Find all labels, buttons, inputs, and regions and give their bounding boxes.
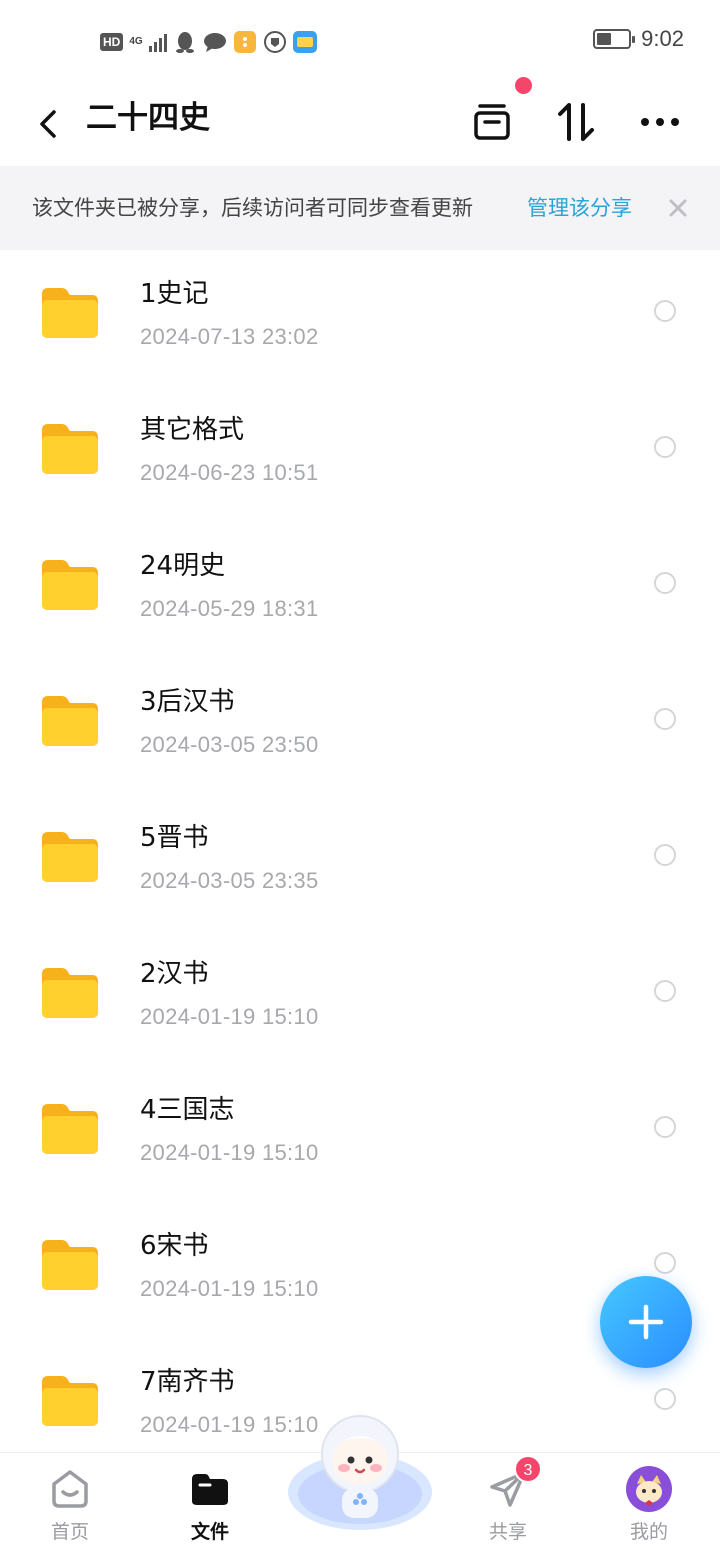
more-button[interactable] — [632, 94, 688, 150]
nav-home[interactable]: 首页 — [10, 1453, 130, 1560]
file-row[interactable]: 4三国志 2024-01-19 15:10 — [0, 1066, 720, 1202]
close-icon — [669, 199, 687, 217]
wallet-app-icon — [292, 30, 317, 54]
file-date: 2024-01-19 15:10 — [140, 1140, 319, 1165]
select-checkbox[interactable] — [654, 572, 676, 594]
folder-icon — [42, 696, 98, 746]
folder-filled-icon — [186, 1465, 234, 1513]
folder-icon — [42, 1240, 98, 1290]
file-date: 2024-01-19 15:10 — [140, 1004, 319, 1029]
file-row[interactable]: 2汉书 2024-01-19 15:10 — [0, 930, 720, 1066]
select-checkbox[interactable] — [654, 436, 676, 458]
orange-app-icon — [233, 30, 257, 54]
sort-button[interactable] — [548, 94, 604, 150]
page-title: 二十四史 — [86, 100, 210, 136]
share-banner: 该文件夹已被分享，后续访问者可同步查看更新 管理该分享 — [0, 166, 720, 250]
banner-close-button[interactable] — [660, 186, 696, 230]
folder-icon — [42, 1104, 98, 1154]
more-icon — [641, 118, 679, 126]
manage-share-link[interactable]: 管理该分享 — [527, 194, 632, 222]
nav-files[interactable]: 文件 — [150, 1453, 270, 1560]
file-row[interactable]: 3后汉书 2024-03-05 23:50 — [0, 658, 720, 794]
folder-icon — [42, 968, 98, 1018]
clock: 9:02 — [641, 26, 684, 51]
archive-icon — [474, 104, 510, 140]
mascot-button[interactable] — [288, 1410, 432, 1532]
folder-icon — [42, 832, 98, 882]
select-checkbox[interactable] — [654, 1252, 676, 1274]
folder-icon — [42, 1376, 98, 1426]
nav-me-label: 我的 — [629, 1521, 668, 1543]
avatar — [625, 1465, 673, 1513]
title-bar: 二十四史 — [0, 84, 720, 164]
shield-app-icon — [263, 30, 287, 54]
file-name: 7南齐书 — [140, 1367, 235, 1397]
hd-indicator: HD — [100, 33, 124, 51]
file-row[interactable]: 1史记 2024-07-13 23:02 — [0, 250, 720, 386]
file-date: 2024-05-29 18:31 — [140, 596, 319, 621]
nav-home-label: 首页 — [50, 1521, 89, 1543]
select-checkbox[interactable] — [654, 1116, 676, 1138]
folder-icon — [42, 424, 98, 474]
file-date: 2024-03-05 23:35 — [140, 868, 319, 893]
file-date: 2024-01-19 15:10 — [140, 1276, 319, 1301]
file-row[interactable]: 其它格式 2024-06-23 10:51 — [0, 386, 720, 522]
mascot-icon — [288, 1415, 432, 1530]
file-date: 2024-06-23 10:51 — [140, 460, 319, 485]
status-bar: HD 4G 9:02 — [0, 0, 720, 84]
select-checkbox[interactable] — [654, 300, 676, 322]
notification-dot — [515, 77, 532, 94]
folder-icon — [42, 288, 98, 338]
banner-text: 该文件夹已被分享，后续访问者可同步查看更新 — [32, 196, 473, 220]
battery-icon — [593, 29, 636, 49]
file-name: 6宋书 — [140, 1231, 209, 1261]
select-checkbox[interactable] — [654, 844, 676, 866]
file-name: 其它格式 — [140, 415, 245, 445]
file-date: 2024-07-13 23:02 — [140, 324, 319, 349]
add-button[interactable] — [600, 1276, 692, 1368]
paper-plane-icon: 3 — [484, 1455, 542, 1513]
file-name: 24明史 — [140, 551, 226, 581]
file-name: 1史记 — [140, 279, 209, 309]
nav-share-label: 共享 — [488, 1521, 527, 1543]
share-badge: 3 — [514, 1455, 542, 1483]
file-row[interactable]: 5晋书 2024-03-05 23:35 — [0, 794, 720, 930]
network-type: 4G — [129, 36, 143, 47]
status-left: HD 4G — [100, 28, 317, 56]
home-icon — [46, 1465, 94, 1513]
select-checkbox[interactable] — [654, 1388, 676, 1410]
nav-share[interactable]: 3 共享 — [448, 1453, 568, 1560]
select-checkbox[interactable] — [654, 980, 676, 1002]
file-row[interactable]: 24明史 2024-05-29 18:31 — [0, 522, 720, 658]
select-checkbox[interactable] — [654, 708, 676, 730]
file-name: 3后汉书 — [140, 687, 235, 717]
folder-icon — [42, 560, 98, 610]
file-name: 2汉书 — [140, 959, 209, 989]
nav-me[interactable]: 我的 — [589, 1453, 709, 1560]
file-name: 4三国志 — [140, 1095, 235, 1125]
back-button[interactable] — [24, 98, 72, 150]
chevron-left-icon — [40, 110, 56, 138]
qq-icon — [173, 30, 197, 54]
plus-icon — [628, 1304, 664, 1340]
signal-icon — [148, 32, 167, 52]
nav-files-label: 文件 — [190, 1521, 229, 1543]
chat-bubble-icon — [203, 30, 227, 54]
sort-icon — [558, 103, 594, 141]
archive-button[interactable] — [464, 94, 520, 150]
file-name: 5晋书 — [140, 823, 209, 853]
file-date: 2024-03-05 23:50 — [140, 732, 319, 757]
status-right: 9:02 — [593, 26, 684, 52]
